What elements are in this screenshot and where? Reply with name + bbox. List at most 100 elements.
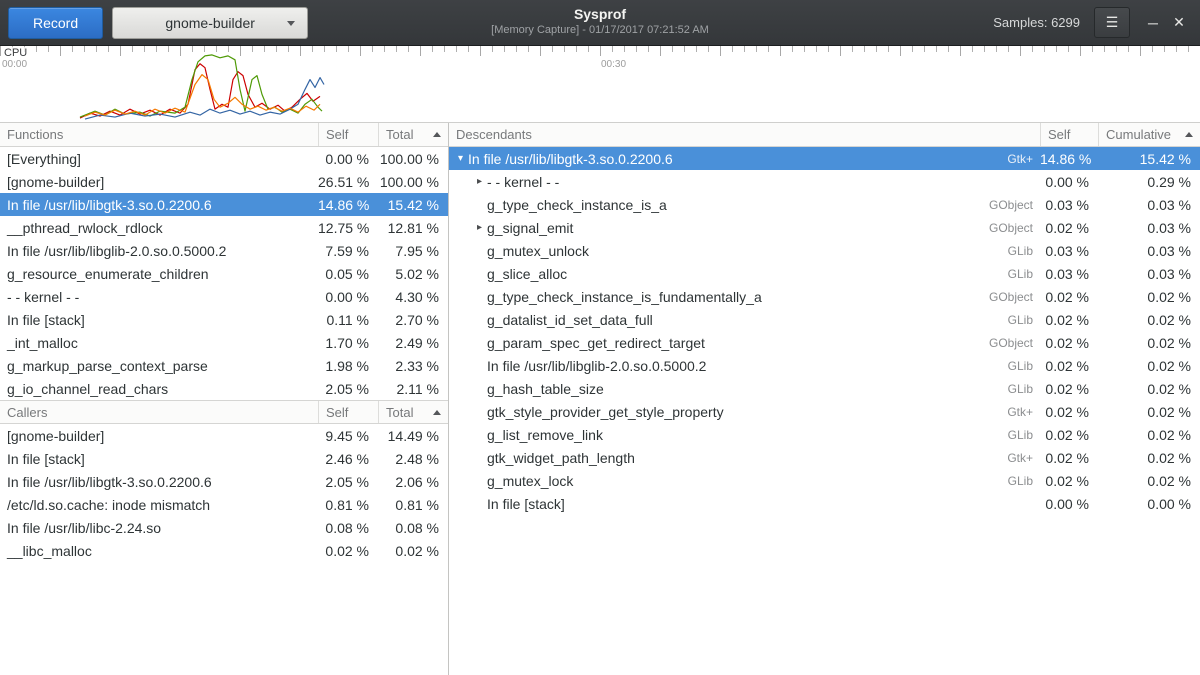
table-row[interactable]: In file [stack]0.00 %0.00 %: [449, 492, 1200, 515]
record-button[interactable]: Record: [8, 7, 103, 39]
table-row[interactable]: g_datalist_id_set_data_fullGLib0.02 %0.0…: [449, 308, 1200, 331]
table-row[interactable]: In file /usr/lib/libglib-2.0.so.0.5000.2…: [0, 239, 448, 262]
function-name: g_markup_parse_context_parse: [0, 358, 318, 374]
table-row[interactable]: In file /usr/lib/libc-2.24.so0.08 %0.08 …: [0, 516, 448, 539]
self-percent: 26.51 %: [318, 174, 378, 190]
table-row[interactable]: - - kernel - -0.00 %4.30 %: [0, 285, 448, 308]
cumulative-percent: 0.03 %: [1098, 266, 1200, 282]
main-panes: Functions Self Total [Everything]0.00 %1…: [0, 123, 1200, 675]
library-label: Gtk+: [1007, 405, 1040, 419]
table-row[interactable]: g_markup_parse_context_parse1.98 %2.33 %: [0, 354, 448, 377]
self-percent: 1.98 %: [318, 358, 378, 374]
column-header-self[interactable]: Self: [1040, 123, 1098, 146]
hamburger-menu-button[interactable]: ☰: [1094, 7, 1130, 38]
total-percent: 4.30 %: [378, 289, 448, 305]
descendants-table-body: ▾In file /usr/lib/libgtk-3.so.0.2200.6Gt…: [449, 147, 1200, 515]
function-name: g_type_check_instance_is_a: [485, 197, 989, 213]
cpu-usage-line-cpu-orange: [85, 75, 320, 116]
column-header-total[interactable]: Total: [378, 401, 448, 423]
function-name: In file [stack]: [0, 451, 318, 467]
table-row[interactable]: [Everything]0.00 %100.00 %: [0, 147, 448, 170]
function-name: In file /usr/lib/libgtk-3.so.0.2200.6: [0, 197, 318, 213]
table-row[interactable]: ▸g_signal_emitGObject0.02 %0.03 %: [449, 216, 1200, 239]
table-row[interactable]: g_list_remove_linkGLib0.02 %0.02 %: [449, 423, 1200, 446]
self-percent: 0.08 %: [318, 520, 378, 536]
column-header-functions[interactable]: Functions: [0, 123, 318, 146]
table-row[interactable]: [gnome-builder]26.51 %100.00 %: [0, 170, 448, 193]
self-percent: 14.86 %: [318, 197, 378, 213]
self-percent: 0.02 %: [1040, 427, 1098, 443]
function-name: g_hash_table_size: [485, 381, 1008, 397]
timeline-start-label: 00:00: [2, 59, 27, 70]
table-row[interactable]: ▾In file /usr/lib/libgtk-3.so.0.2200.6Gt…: [449, 147, 1200, 170]
tree-indent: [449, 342, 468, 343]
table-row[interactable]: /etc/ld.so.cache: inode mismatch0.81 %0.…: [0, 493, 448, 516]
table-row[interactable]: __libc_malloc0.02 %0.02 %: [0, 539, 448, 562]
table-row[interactable]: g_mutex_lockGLib0.02 %0.02 %: [449, 469, 1200, 492]
cpu-timeline-graph[interactable]: CPU 00:00 00:30: [0, 46, 1200, 123]
chevron-down-icon: [287, 21, 295, 26]
tree-indent: [449, 457, 468, 458]
cumulative-percent: 0.03 %: [1098, 243, 1200, 259]
table-row[interactable]: gtk_widget_path_lengthGtk+0.02 %0.02 %: [449, 446, 1200, 469]
column-header-total[interactable]: Total: [378, 123, 448, 146]
function-name: In file /usr/lib/libglib-2.0.so.0.5000.2: [485, 358, 1008, 374]
self-percent: 0.03 %: [1040, 266, 1098, 282]
table-row[interactable]: g_type_check_instance_is_aGObject0.03 %0…: [449, 193, 1200, 216]
tree-indent: [449, 273, 468, 274]
function-name: In file /usr/lib/libglib-2.0.so.0.5000.2: [0, 243, 318, 259]
table-row[interactable]: g_resource_enumerate_children0.05 %5.02 …: [0, 262, 448, 285]
cumulative-percent: 15.42 %: [1098, 151, 1200, 167]
table-row[interactable]: g_param_spec_get_redirect_targetGObject0…: [449, 331, 1200, 354]
table-row[interactable]: gtk_style_provider_get_style_propertyGtk…: [449, 400, 1200, 423]
self-percent: 0.02 %: [1040, 289, 1098, 305]
expander-closed-icon[interactable]: ▸: [468, 222, 485, 233]
table-row[interactable]: g_type_check_instance_is_fundamentally_a…: [449, 285, 1200, 308]
table-row[interactable]: g_mutex_unlockGLib0.03 %0.03 %: [449, 239, 1200, 262]
table-row[interactable]: g_io_channel_read_chars2.05 %2.11 %: [0, 377, 448, 400]
sort-indicator-icon: [1185, 132, 1193, 137]
tree-indent: [449, 204, 468, 205]
column-header-total-label: Total: [386, 127, 413, 142]
table-row[interactable]: In file [stack]0.11 %2.70 %: [0, 308, 448, 331]
close-button[interactable]: ✕: [1166, 8, 1192, 38]
table-row[interactable]: __pthread_rwlock_rdlock12.75 %12.81 %: [0, 216, 448, 239]
cumulative-percent: 0.03 %: [1098, 197, 1200, 213]
close-icon: ✕: [1173, 14, 1185, 30]
total-percent: 0.08 %: [378, 520, 448, 536]
column-header-descendants[interactable]: Descendants: [449, 123, 1040, 146]
total-percent: 5.02 %: [378, 266, 448, 282]
function-name: g_list_remove_link: [485, 427, 1008, 443]
minimize-button[interactable]: ─: [1140, 8, 1166, 38]
function-name: gtk_widget_path_length: [485, 450, 1007, 466]
tree-indent: [449, 296, 468, 297]
column-header-cumulative[interactable]: Cumulative: [1098, 123, 1200, 146]
total-percent: 100.00 %: [378, 151, 448, 167]
table-row[interactable]: In file /usr/lib/libglib-2.0.so.0.5000.2…: [449, 354, 1200, 377]
tree-indent: [449, 319, 468, 320]
table-row[interactable]: In file [stack]2.46 %2.48 %: [0, 447, 448, 470]
table-row[interactable]: ▸- - kernel - -0.00 %0.29 %: [449, 170, 1200, 193]
table-row[interactable]: [gnome-builder]9.45 %14.49 %: [0, 424, 448, 447]
process-selector-dropdown[interactable]: gnome-builder: [112, 7, 308, 39]
table-row[interactable]: g_hash_table_sizeGLib0.02 %0.02 %: [449, 377, 1200, 400]
total-percent: 2.70 %: [378, 312, 448, 328]
table-row[interactable]: In file /usr/lib/libgtk-3.so.0.2200.614.…: [0, 193, 448, 216]
function-name: g_io_channel_read_chars: [0, 381, 318, 397]
column-header-self[interactable]: Self: [318, 401, 378, 423]
expander-closed-icon[interactable]: ▸: [468, 176, 485, 187]
column-header-callers[interactable]: Callers: [0, 401, 318, 423]
table-row[interactable]: g_slice_allocGLib0.03 %0.03 %: [449, 262, 1200, 285]
sort-indicator-icon: [433, 410, 441, 415]
tree-indent: [449, 388, 468, 389]
self-percent: 2.46 %: [318, 451, 378, 467]
expander-open-icon[interactable]: ▾: [449, 153, 466, 164]
total-percent: 2.33 %: [378, 358, 448, 374]
library-label: GLib: [1008, 428, 1040, 442]
table-row[interactable]: In file /usr/lib/libgtk-3.so.0.2200.62.0…: [0, 470, 448, 493]
self-percent: 0.00 %: [318, 151, 378, 167]
total-percent: 14.49 %: [378, 428, 448, 444]
table-row[interactable]: _int_malloc1.70 %2.49 %: [0, 331, 448, 354]
functions-table-header: Functions Self Total: [0, 123, 448, 147]
column-header-self[interactable]: Self: [318, 123, 378, 146]
